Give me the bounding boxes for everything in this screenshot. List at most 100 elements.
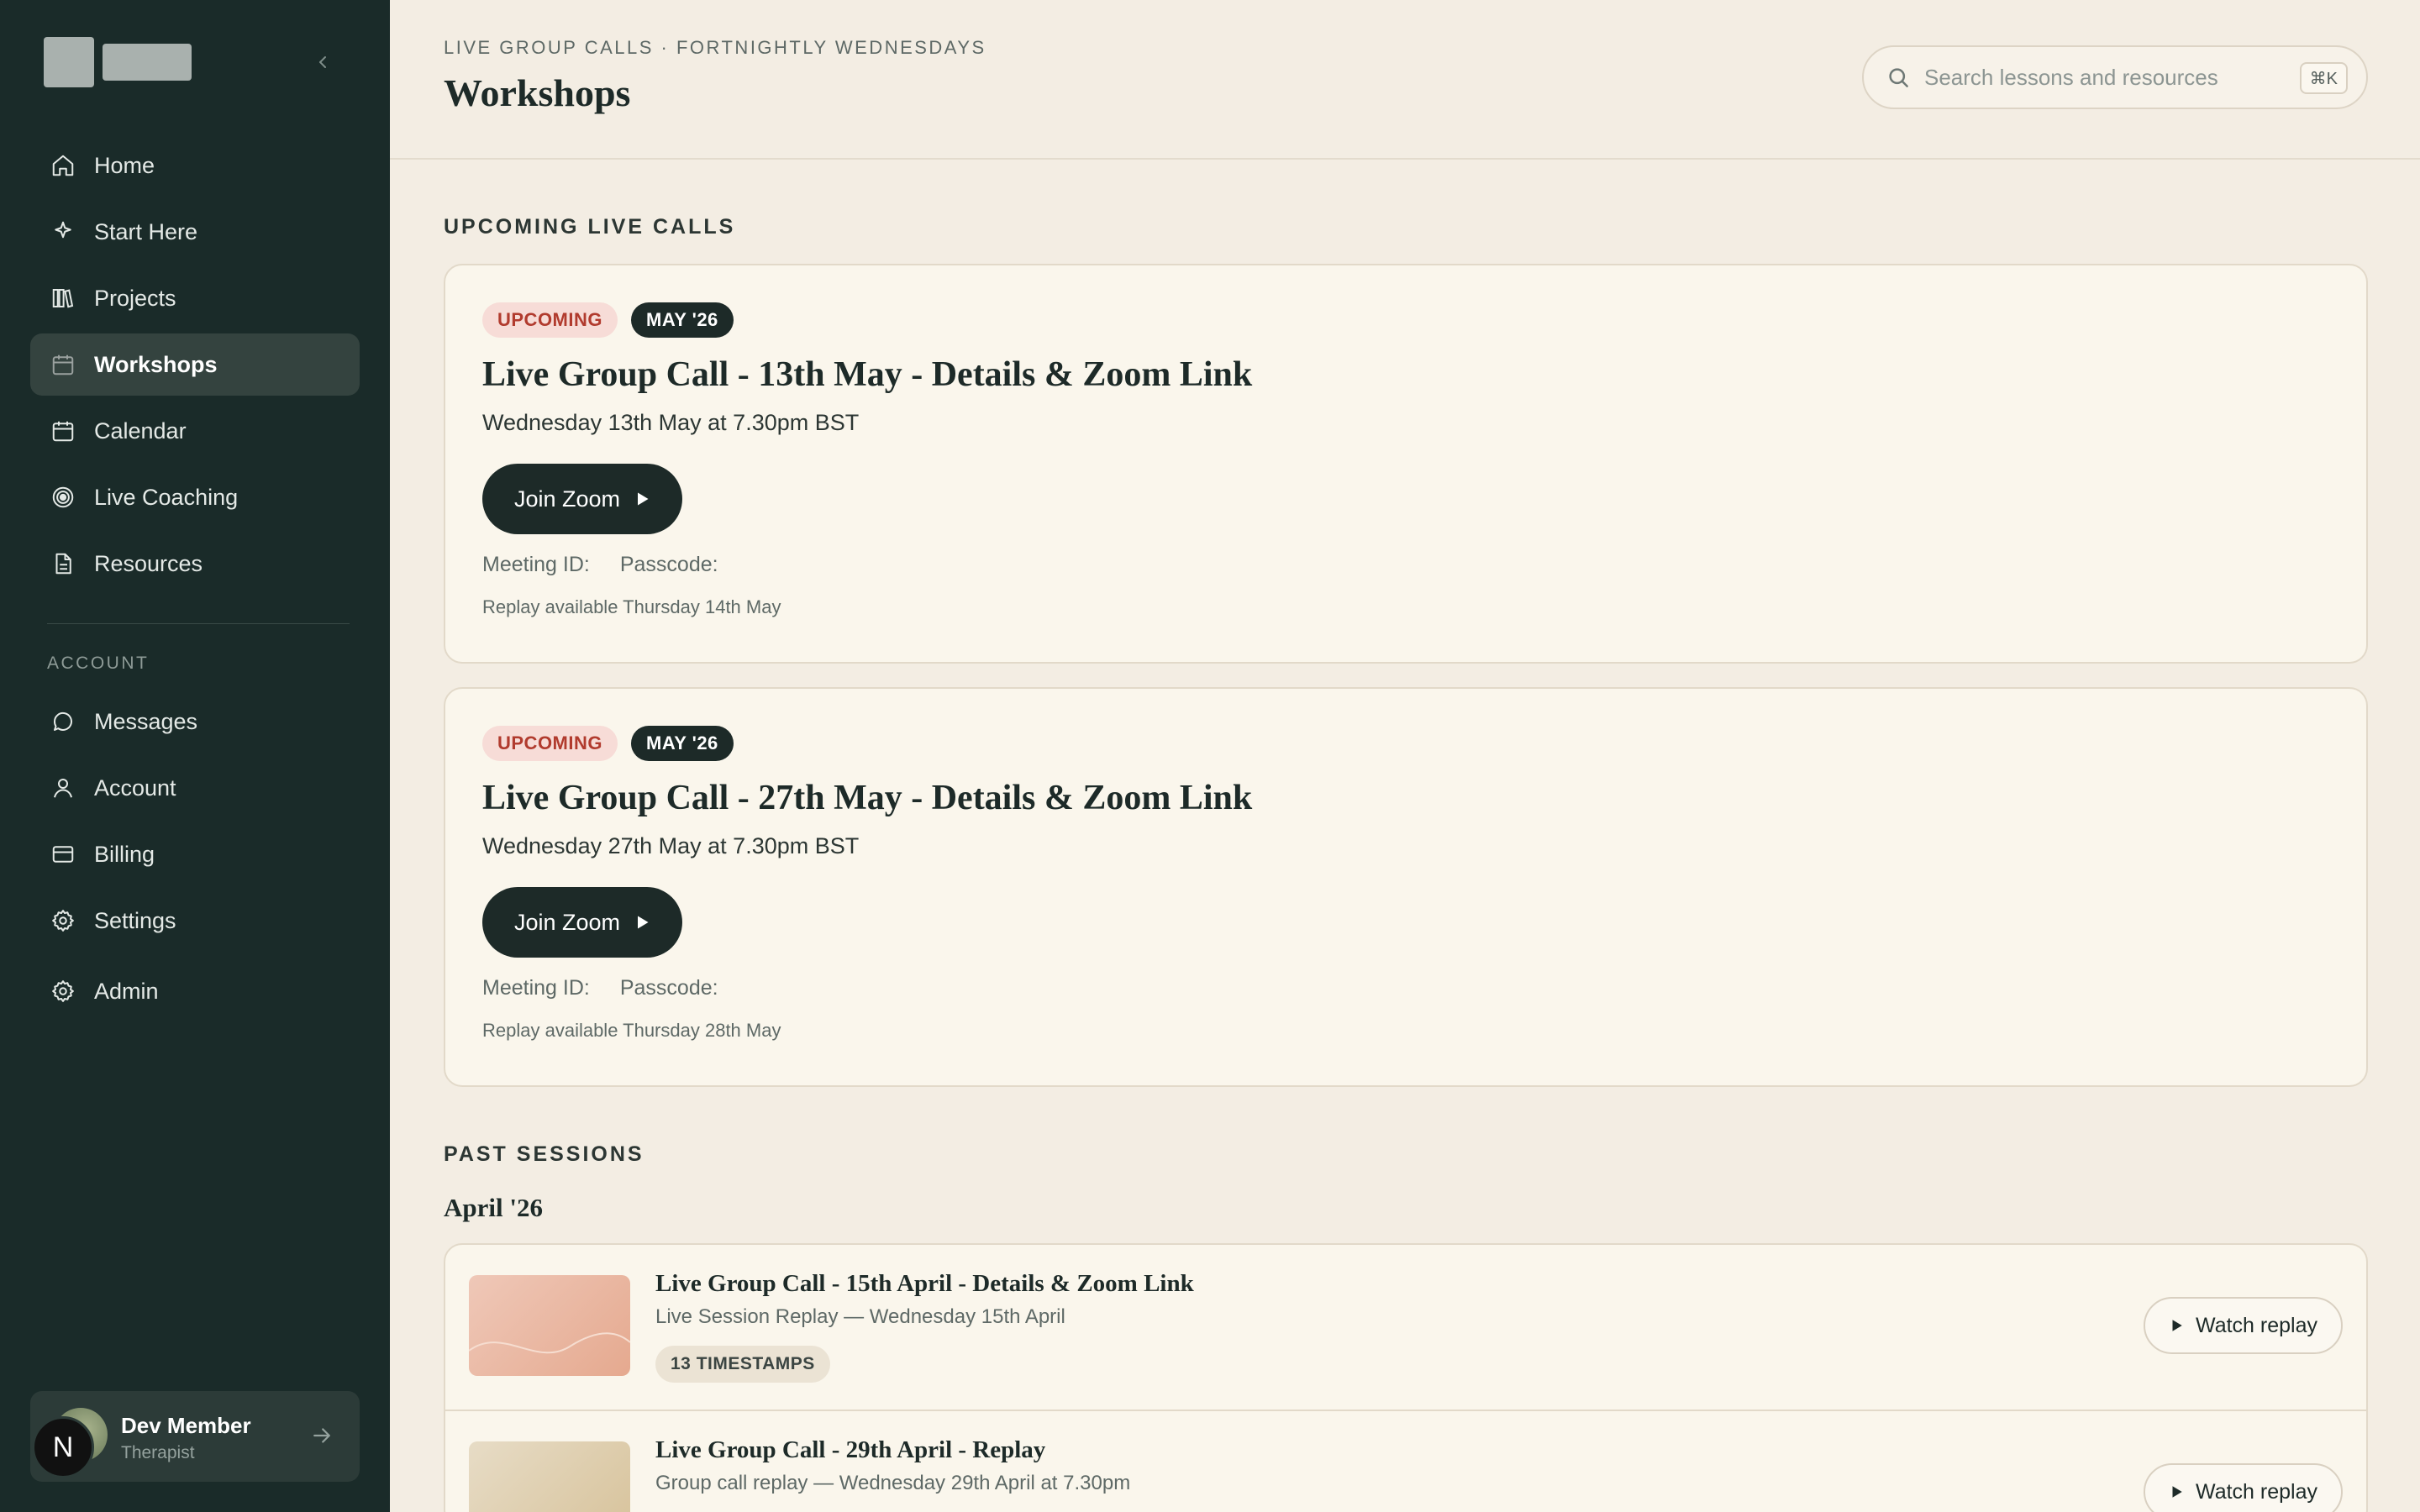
play-icon bbox=[638, 492, 649, 506]
month-badge: MAY '26 bbox=[631, 302, 734, 338]
call-title: Live Group Call - 27th May - Details & Z… bbox=[482, 779, 1253, 817]
play-icon bbox=[638, 916, 649, 929]
page-title: Workshops bbox=[444, 71, 631, 114]
credit-card-icon bbox=[52, 846, 74, 863]
user-profile-card[interactable]: N Dev Member Therapist bbox=[30, 1391, 360, 1482]
nav-item-workshops[interactable]: Workshops bbox=[30, 333, 360, 396]
gear-icon bbox=[52, 910, 74, 932]
session-subtitle: Group call replay — Wednesday 29th April… bbox=[655, 1472, 1131, 1494]
nav-item-resources[interactable]: Resources bbox=[30, 533, 360, 595]
status-badge: UPCOMING bbox=[482, 726, 618, 761]
join-zoom-button[interactable]: Join Zoom bbox=[482, 887, 683, 958]
nav-item-billing[interactable]: Billing bbox=[30, 823, 360, 885]
arrow-right-icon bbox=[313, 1428, 330, 1443]
play-icon bbox=[2172, 1320, 2182, 1331]
nav-item-messages[interactable]: Messages bbox=[30, 690, 360, 753]
join-zoom-button[interactable]: Join Zoom bbox=[482, 464, 683, 534]
past-section-heading: PAST SESSIONS bbox=[444, 1142, 644, 1166]
account-section-label: ACCOUNT bbox=[47, 654, 150, 673]
keyboard-shortcut-hint: ⌘K bbox=[2299, 62, 2348, 94]
nav-item-label: Start Here bbox=[94, 218, 198, 244]
sidebar-divider bbox=[47, 623, 350, 624]
call-date: Wednesday 13th May at 7.30pm BST bbox=[482, 410, 860, 435]
session-title: Live Group Call - 29th April - Replay bbox=[655, 1436, 1046, 1463]
nav-item-label: Projects bbox=[94, 285, 176, 311]
search-icon bbox=[1889, 68, 1908, 87]
nav-item-projects[interactable]: Projects bbox=[30, 267, 360, 329]
user-icon bbox=[54, 779, 72, 798]
meeting-details: Meeting ID: Passcode: bbox=[482, 553, 718, 577]
logo-mark bbox=[44, 37, 94, 87]
play-icon bbox=[2172, 1486, 2182, 1498]
session-subtitle: Live Session Replay — Wednesday 15th Apr… bbox=[655, 1305, 1065, 1328]
broadcast-icon bbox=[52, 486, 74, 508]
meeting-id-label: Meeting ID: bbox=[482, 976, 590, 1000]
user-name: Dev Member bbox=[121, 1413, 251, 1438]
nav-item-label: Workshops bbox=[94, 351, 218, 377]
call-date: Wednesday 27th May at 7.30pm BST bbox=[482, 833, 860, 858]
list-item[interactable]: Live Group Call - 15th April - Details &… bbox=[445, 1245, 2366, 1410]
logo-wordmark bbox=[103, 44, 192, 81]
main-nav: Home Start Here Projects Workshops Calen… bbox=[30, 134, 360, 599]
nav-item-label: Account bbox=[94, 774, 176, 801]
collapse-sidebar-button[interactable] bbox=[306, 45, 339, 79]
status-badge: UPCOMING bbox=[482, 302, 618, 338]
search-input[interactable] bbox=[1924, 64, 2294, 91]
chat-bubble-icon bbox=[53, 711, 72, 731]
watch-replay-label: Watch replay bbox=[2196, 1313, 2317, 1337]
wave-decoration bbox=[469, 1332, 630, 1354]
month-badge: MAY '26 bbox=[631, 726, 734, 761]
home-icon bbox=[52, 155, 74, 176]
sidebar: Home Start Here Projects Workshops Calen… bbox=[0, 0, 390, 1512]
gear-icon bbox=[52, 980, 74, 1002]
nav-item-home[interactable]: Home bbox=[30, 134, 360, 197]
nav-item-label: Home bbox=[94, 152, 155, 178]
call-title: Live Group Call - 13th May - Details & Z… bbox=[482, 355, 1253, 394]
nav-item-label: Billing bbox=[94, 841, 155, 867]
nav-item-calendar[interactable]: Calendar bbox=[30, 400, 360, 462]
nav-item-account[interactable]: Account bbox=[30, 757, 360, 819]
nav-item-live-coaching[interactable]: Live Coaching bbox=[30, 466, 360, 528]
library-icon bbox=[52, 289, 74, 308]
page-eyebrow: LIVE GROUP CALLS · FORTNIGHTLY WEDNESDAY… bbox=[444, 37, 986, 58]
upcoming-section-heading: UPCOMING LIVE CALLS bbox=[444, 215, 736, 239]
document-icon bbox=[55, 553, 71, 575]
session-title: Live Group Call - 15th April - Details &… bbox=[655, 1270, 1194, 1297]
replay-note: Replay available Thursday 28th May bbox=[482, 1020, 781, 1041]
meeting-id-label: Meeting ID: bbox=[482, 553, 590, 576]
user-role: Therapist bbox=[121, 1443, 195, 1462]
replay-note: Replay available Thursday 14th May bbox=[482, 596, 781, 617]
upcoming-call-card: UPCOMING MAY '26 Live Group Call - 13th … bbox=[444, 264, 2368, 664]
nav-item-label: Messages bbox=[94, 708, 198, 734]
call-badges: UPCOMING MAY '26 bbox=[482, 726, 734, 761]
sparkle-icon bbox=[55, 221, 71, 239]
join-zoom-label: Join Zoom bbox=[514, 486, 621, 512]
meeting-details: Meeting ID: Passcode: bbox=[482, 976, 718, 1000]
join-zoom-label: Join Zoom bbox=[514, 909, 621, 935]
brand-logo[interactable] bbox=[44, 37, 192, 87]
past-sessions-list: Live Group Call - 15th April - Details &… bbox=[444, 1243, 2368, 1512]
passcode-label: Passcode: bbox=[619, 553, 718, 576]
page-header: LIVE GROUP CALLS · FORTNIGHTLY WEDNESDAY… bbox=[390, 0, 2420, 160]
watch-replay-button[interactable]: Watch replay bbox=[2144, 1463, 2343, 1512]
past-month-heading: April '26 bbox=[444, 1193, 543, 1222]
call-badges: UPCOMING MAY '26 bbox=[482, 302, 734, 338]
nav-item-label: Admin bbox=[94, 978, 159, 1004]
calendar-icon bbox=[52, 421, 74, 442]
search-bar[interactable]: ⌘K bbox=[1862, 45, 2368, 109]
nav-item-label: Live Coaching bbox=[94, 484, 239, 510]
nav-item-admin[interactable]: Admin bbox=[30, 960, 360, 1022]
nav-item-label: Calendar bbox=[94, 417, 187, 444]
timestamps-badge: 13 TIMESTAMPS bbox=[655, 1346, 830, 1383]
nav-item-settings[interactable]: Settings bbox=[30, 890, 360, 952]
passcode-label: Passcode: bbox=[619, 976, 718, 1000]
nav-item-start-here[interactable]: Start Here bbox=[30, 201, 360, 263]
calendar-icon bbox=[52, 354, 74, 375]
list-item[interactable]: Live Group Call - 29th April - Replay Gr… bbox=[445, 1410, 2366, 1512]
watch-replay-button[interactable]: Watch replay bbox=[2144, 1297, 2343, 1354]
main-content: LIVE GROUP CALLS · FORTNIGHTLY WEDNESDAY… bbox=[390, 0, 2420, 1512]
watch-replay-label: Watch replay bbox=[2196, 1479, 2317, 1504]
session-thumbnail bbox=[469, 1441, 630, 1512]
nav-item-label: Settings bbox=[94, 907, 176, 933]
nav-item-label: Resources bbox=[94, 550, 203, 576]
